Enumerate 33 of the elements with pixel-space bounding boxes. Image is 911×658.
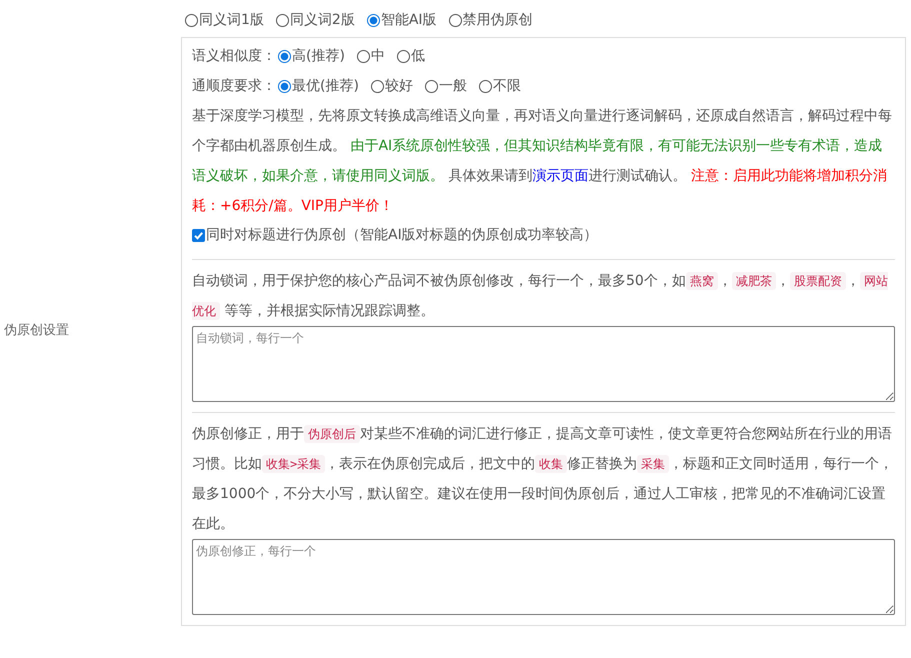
checkbox[interactable] [192, 228, 205, 242]
radio-button[interactable] [276, 14, 289, 26]
radio-button[interactable] [278, 80, 291, 92]
radio-button[interactable] [424, 80, 438, 92]
radio-option[interactable]: 同义词2版 [276, 11, 355, 29]
radio-option[interactable]: 高(推荐) [278, 47, 345, 65]
radio-option[interactable]: 低 [396, 47, 425, 65]
corrections-description: 伪原创修正，用于 伪原创后 对某些不准确的词汇进行修正，提高文章可读性，使文章更符合您网站所在行业的用语习惯。比如 收集>采集 ，表示在伪原创完成后，把文中的 收集 修正替换为 采集 ，标题和正文同时适用，每行一个，最多1000个，不分大小写，默认留空。建议在使用一段时间伪原创后，通过人工审核，把常见的不准确词汇设置在此。 [192, 424, 894, 534]
radio-option[interactable]: 不限 [478, 77, 521, 95]
radio-button[interactable] [370, 80, 384, 92]
radio-option[interactable]: 最优(推荐) [278, 77, 359, 95]
radio-button[interactable] [278, 50, 291, 62]
title-checkbox-option[interactable]: 同时对标题进行伪原创（智能AI版对标题的伪原创成功率较高） [192, 221, 895, 249]
demo-page-link[interactable]: 演示页面 [532, 168, 588, 184]
radio-option[interactable]: 禁用伪原创 [448, 11, 533, 29]
radio-option[interactable]: 智能AI版 [366, 11, 437, 29]
radio-option[interactable]: 一般 [424, 77, 467, 95]
corrections-field[interactable]: 伪原创修正，每行一个 [192, 539, 895, 615]
radio-option[interactable]: 同义词1版 [185, 11, 264, 29]
radio-button[interactable] [366, 14, 380, 26]
lock-words-description: 自动锁词，用于保护您的核心产品词不被伪原创修改，每行一个，最多50个，如 燕窝 ， 减肥茶 ， 股票配资 ， 网站优化 等等，并根据实际情况跟踪调整。 [192, 271, 889, 322]
radio-button[interactable] [478, 80, 492, 92]
radio-button[interactable] [448, 14, 462, 26]
radio-button[interactable] [396, 50, 410, 62]
radio-button[interactable] [356, 50, 370, 62]
lock-words-field[interactable]: 自动锁词，每行一个 [192, 326, 895, 402]
field-label: 语义相似度： [192, 47, 276, 65]
section-label: 伪原创设置 [4, 323, 69, 338]
radio-button[interactable] [185, 14, 198, 26]
description-text: 基于深度学习模型，先将原文转换成高维语义向量，再对语义向量进行逐词解码，还原成自然语言，解码过程中每个字都由机器原创生成。 由于AI系统原创性较强，但其知识结构毕竟有限，有可能无法识别一些专有术语，造成语义破坏，如果介意，请使用同义词版。 具体效果请到演示页面进行测试确认。 注意：启用此功能将增加积分消耗：+6积分/篇。VIP用户半价！ [192, 107, 893, 216]
field-label: 通顺度要求： [192, 77, 276, 95]
radio-option[interactable]: 中 [356, 47, 385, 65]
radio-option[interactable]: 较好 [370, 77, 413, 95]
